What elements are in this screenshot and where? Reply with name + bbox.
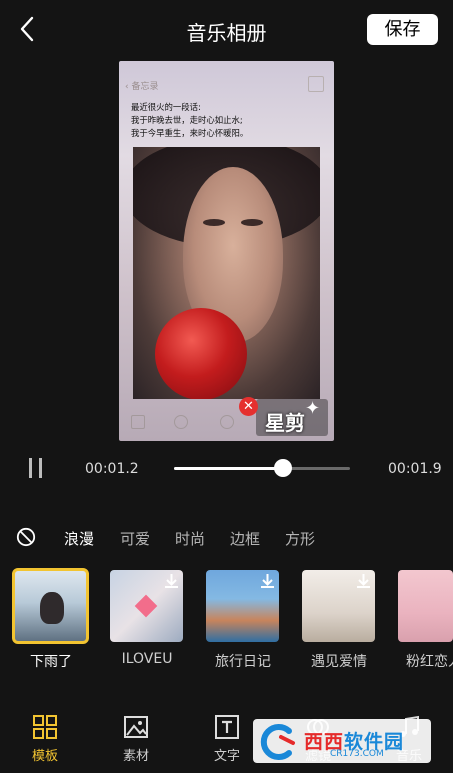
no-template-icon[interactable] (16, 527, 36, 547)
download-icon[interactable] (355, 572, 372, 589)
template-label-rain: 下雨了 (30, 654, 72, 670)
template-label-pink: 粉红恋人 (406, 654, 453, 670)
photo-eye-right (241, 219, 263, 226)
download-icon[interactable] (259, 572, 276, 589)
check-circle-icon (174, 415, 188, 429)
watermark-text: 星剪 (265, 411, 305, 435)
site-logo-icon (260, 724, 295, 760)
add-circle-icon (220, 415, 234, 429)
pause-bar-left (29, 458, 32, 478)
category-romantic[interactable]: 浪漫 (64, 528, 94, 549)
template-label-travel: 旅行日记 (215, 654, 271, 670)
current-time: 00:01.2 (85, 461, 139, 477)
remove-watermark-button[interactable]: ✕ (239, 397, 258, 416)
site-url: CR173.COM (330, 749, 384, 759)
seek-progress (174, 467, 284, 470)
template-label-meet-love: 遇见爱情 (311, 654, 367, 670)
memo-back-link: ‹ 备忘录 (125, 79, 158, 92)
portrait-photo (133, 147, 320, 399)
download-icon[interactable] (163, 572, 180, 589)
memo-line-1: 最近很火的一段话: (131, 102, 201, 112)
save-button[interactable]: 保存 (367, 14, 438, 45)
category-fashion[interactable]: 时尚 (175, 528, 205, 549)
memo-line-3: 我于今早重生，来时心怀暖阳。 (131, 128, 249, 138)
template-label-iloveu: ILOVEU (121, 651, 173, 667)
trash-icon (131, 415, 145, 429)
pause-bar-right (39, 458, 42, 478)
category-cute[interactable]: 可爱 (120, 528, 150, 549)
template-card-meet-love[interactable] (302, 570, 375, 642)
nav-text[interactable]: 文字 (197, 745, 257, 764)
sparkle-icon: ✦ (305, 398, 321, 419)
template-card-pink[interactable] (398, 570, 453, 642)
memo-back-label: 备忘录 (131, 82, 159, 92)
share-icon (308, 76, 324, 92)
heart-icon (134, 594, 158, 618)
video-preview[interactable]: ‹ 备忘录 最近很火的一段话: 我于昨晚去世，走时心如止水; 我于今早重生，来时… (119, 61, 334, 441)
nav-material[interactable]: 素材 (106, 745, 166, 764)
pause-button[interactable] (27, 458, 45, 478)
template-thumb-figure (40, 592, 64, 624)
category-frame[interactable]: 边框 (230, 528, 260, 549)
template-grid-icon[interactable] (32, 714, 58, 740)
total-time: 00:01.9 (388, 461, 442, 477)
photo-apple (155, 308, 247, 399)
text-icon[interactable] (214, 714, 240, 740)
photo-eye-left (203, 219, 225, 226)
template-card-travel[interactable] (206, 570, 279, 642)
image-icon[interactable] (123, 714, 149, 740)
seek-thumb[interactable] (274, 459, 293, 477)
template-card-rain[interactable] (12, 568, 89, 644)
category-square[interactable]: 方形 (285, 528, 315, 549)
template-card-iloveu[interactable] (110, 570, 183, 642)
nav-template[interactable]: 模板 (15, 745, 75, 764)
memo-line-2: 我于昨晚去世，走时心如止水; (131, 115, 243, 125)
